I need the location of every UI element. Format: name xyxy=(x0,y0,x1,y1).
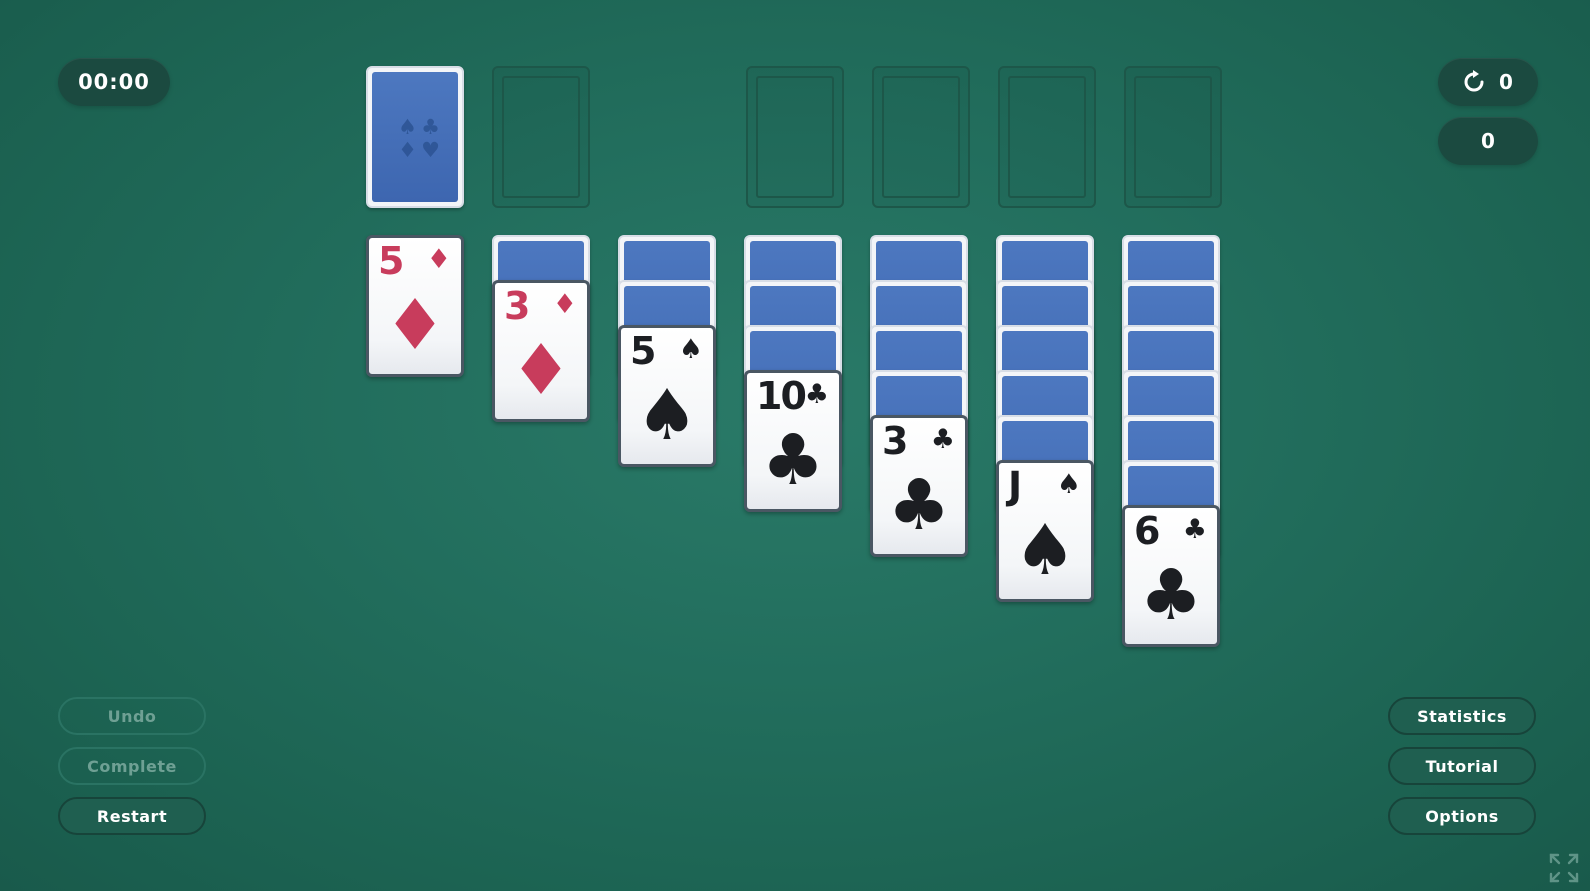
clubs-icon: ♣ xyxy=(1182,514,1207,545)
clubs-icon: ♣ xyxy=(887,464,951,546)
spades-icon: ♠ xyxy=(1056,469,1081,500)
complete-button[interactable]: Complete xyxy=(58,747,206,785)
card-rank: 3 xyxy=(504,284,530,328)
moves-value: 0 xyxy=(1499,70,1513,94)
spades-icon: ♠ xyxy=(678,334,703,365)
score-counter: 0 xyxy=(1438,117,1538,165)
playing-card[interactable]: 10 ♣ ♣ xyxy=(744,370,842,512)
options-button[interactable]: Options xyxy=(1388,797,1536,835)
playing-card[interactable]: 5 ♦ ♦ xyxy=(366,235,464,377)
statistics-button[interactable]: Statistics xyxy=(1388,697,1536,735)
emblem-club-icon: ♣ xyxy=(421,115,440,139)
score-value: 0 xyxy=(1481,129,1495,153)
emblem-heart-icon: ♥ xyxy=(421,138,440,162)
clubs-icon: ♣ xyxy=(804,379,829,410)
foundation-slot-2[interactable] xyxy=(872,66,970,208)
card-rank: 3 xyxy=(882,419,908,463)
statistics-label: Statistics xyxy=(1417,706,1507,726)
card-rank: J xyxy=(1008,464,1022,508)
foundation-slot-3[interactable] xyxy=(998,66,1096,208)
clubs-icon: ♣ xyxy=(930,424,955,455)
stock-emblem: ♠ ♣ ♦ ♥ xyxy=(396,116,442,162)
expand-icon[interactable] xyxy=(1548,852,1580,884)
spades-icon: ♠ xyxy=(1013,509,1077,591)
timer-value: 00:00 xyxy=(78,70,150,94)
spades-icon: ♠ xyxy=(635,374,699,456)
playing-card[interactable]: 3 ♦ ♦ xyxy=(492,280,590,422)
stock-pile[interactable]: ♠ ♣ ♦ ♥ xyxy=(366,66,464,208)
diamonds-icon: ♦ xyxy=(383,284,447,366)
card-back-face: ♠ ♣ ♦ ♥ xyxy=(372,72,458,202)
card-rank: 6 xyxy=(1134,509,1160,553)
tutorial-button[interactable]: Tutorial xyxy=(1388,747,1536,785)
card-rank: 5 xyxy=(630,329,656,373)
emblem-spade-icon: ♠ xyxy=(398,115,417,139)
foundation-slot-1[interactable] xyxy=(746,66,844,208)
clubs-icon: ♣ xyxy=(761,419,825,501)
waste-slot[interactable] xyxy=(492,66,590,208)
diamonds-icon: ♦ xyxy=(426,244,451,275)
undo-button[interactable]: Undo xyxy=(58,697,206,735)
foundation-slot-4[interactable] xyxy=(1124,66,1222,208)
restart-button[interactable]: Restart xyxy=(58,797,206,835)
tutorial-label: Tutorial xyxy=(1425,756,1499,776)
moves-counter: 0 xyxy=(1438,58,1538,106)
playing-card[interactable]: 5 ♠ ♠ xyxy=(618,325,716,467)
playing-card[interactable]: 3 ♣ ♣ xyxy=(870,415,968,557)
undo-label: Undo xyxy=(107,706,157,726)
complete-label: Complete xyxy=(87,756,177,776)
playing-card[interactable]: J ♠ ♠ xyxy=(996,460,1094,602)
restart-label: Restart xyxy=(96,806,168,826)
diamonds-icon: ♦ xyxy=(509,329,573,411)
timer: 00:00 xyxy=(58,58,170,106)
card-rank: 5 xyxy=(378,239,404,283)
card-rank: 10 xyxy=(756,374,807,418)
options-label: Options xyxy=(1425,806,1499,826)
clubs-icon: ♣ xyxy=(1139,554,1203,636)
playing-card[interactable]: 6 ♣ ♣ xyxy=(1122,505,1220,647)
emblem-diamond-icon: ♦ xyxy=(398,138,417,162)
refresh-icon xyxy=(1463,70,1485,94)
diamonds-icon: ♦ xyxy=(552,289,577,320)
